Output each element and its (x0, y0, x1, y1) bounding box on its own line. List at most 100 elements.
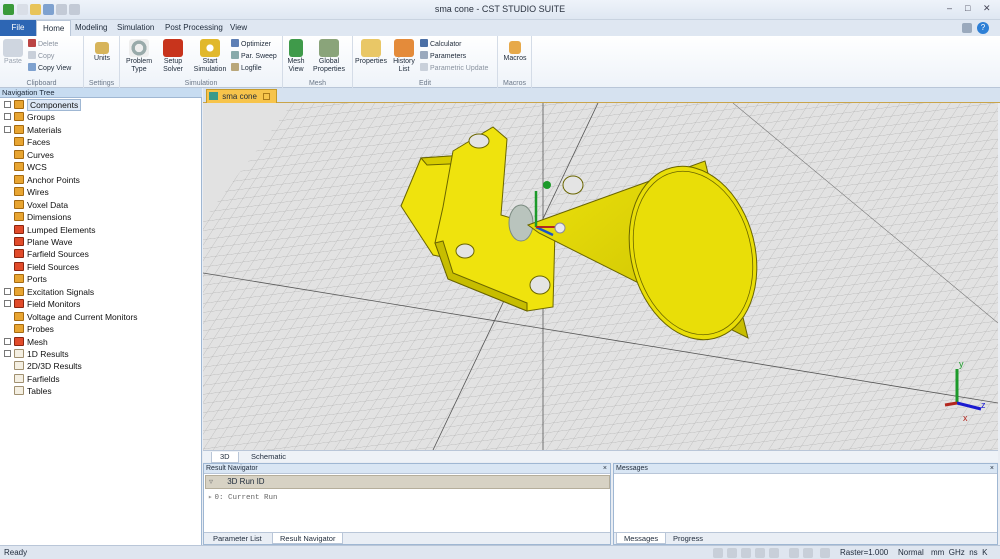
copy-view-label: Copy View (38, 65, 72, 72)
nav-item-1d-results[interactable]: 1D Results (4, 348, 69, 360)
run-id-column-label: 3D Run ID (227, 477, 265, 486)
maximize-button[interactable]: □ (965, 3, 970, 13)
nav-item-mesh[interactable]: Mesh (4, 336, 48, 348)
nav-item-wires[interactable]: Wires (4, 186, 49, 198)
units-button[interactable]: Units (88, 39, 116, 63)
tab-simulation[interactable]: Simulation (111, 20, 160, 36)
tab-view[interactable]: View (224, 20, 253, 36)
run-id-column-header[interactable]: ▿ 3D Run ID (205, 475, 610, 489)
optimizer-icon (231, 39, 239, 47)
close-icon[interactable]: × (603, 464, 607, 474)
nav-item-curves[interactable]: Curves (4, 149, 54, 161)
nav-item-ports[interactable]: Ports (4, 273, 47, 285)
expand-toggle[interactable] (4, 125, 11, 133)
nav-item-plane-wave[interactable]: Plane Wave (4, 236, 73, 248)
tab-post-processing[interactable]: Post Processing (159, 20, 229, 36)
nav-item-field-sources[interactable]: Field Sources (4, 261, 79, 273)
setup-solver-button[interactable]: Setup Solver (158, 39, 188, 74)
help-icon[interactable]: ? (977, 22, 989, 34)
copy-view-button[interactable]: Copy View (28, 63, 71, 74)
mesh-group: Mesh View Global Properties Mesh (283, 36, 353, 88)
par-sweep-button[interactable]: Par. Sweep (231, 51, 277, 62)
history-list-button[interactable]: History List (389, 39, 419, 74)
nav-item-2d-3d-results[interactable]: 2D/3D Results (4, 360, 82, 372)
delete-button[interactable]: Delete (28, 39, 58, 50)
nav-item-excitation-signals[interactable]: Excitation Signals (4, 286, 94, 298)
filter-icon[interactable]: ▿ (209, 476, 219, 488)
nav-item-groups[interactable]: Groups (4, 111, 55, 123)
zoom-area-icon[interactable] (755, 548, 765, 558)
close-button[interactable]: ✕ (983, 3, 991, 14)
expand-toggle[interactable] (4, 113, 11, 121)
nav-item-field-monitors[interactable]: Field Monitors (4, 298, 80, 310)
nav-item-components[interactable]: Components (4, 99, 82, 111)
tab-3d[interactable]: 3D (211, 452, 239, 463)
tab-file[interactable]: File (0, 20, 36, 36)
rotate-icon[interactable] (741, 548, 751, 558)
wireframe-icon[interactable] (803, 548, 813, 558)
expand-toggle[interactable] (4, 101, 11, 108)
nav-item-tables[interactable]: Tables (4, 385, 52, 397)
optimizer-button[interactable]: Optimizer (231, 39, 271, 50)
units-readout: mm GHz ns K (931, 548, 988, 557)
nav-item-farfields[interactable]: Farfields (4, 373, 60, 385)
close-icon[interactable]: × (990, 464, 994, 474)
viewport-canvas[interactable]: y z x (203, 103, 998, 450)
history-list-label: History List (393, 58, 415, 73)
parametric-update-button[interactable]: Parametric Update (420, 63, 488, 74)
axis-marker-icon (543, 181, 551, 189)
mesh-view-button[interactable]: Mesh View (284, 39, 308, 74)
tab-close-icon[interactable] (263, 93, 271, 100)
start-simulation-button[interactable]: Start Simulation (192, 39, 228, 74)
nav-item-voltage-and-current-monitors[interactable]: Voltage and Current Monitors (4, 311, 138, 323)
macros-button[interactable]: Macros (500, 39, 530, 63)
properties-button[interactable]: Properties (354, 39, 388, 66)
minimize-button[interactable]: – (947, 3, 952, 13)
reset-view-icon[interactable] (789, 548, 799, 558)
tab-parameter-list[interactable]: Parameter List (206, 533, 269, 544)
calculator-button[interactable]: Calculator (420, 39, 462, 50)
nav-item-voxel-data[interactable]: Voxel Data (4, 199, 68, 211)
expand-toggle[interactable] (4, 300, 11, 308)
result-folder-icon (14, 373, 24, 383)
nav-item-lumped-elements[interactable]: Lumped Elements (4, 224, 96, 236)
nav-item-farfield-sources[interactable]: Farfield Sources (4, 248, 89, 260)
fit-view-icon[interactable] (820, 548, 830, 558)
nav-item-dimensions[interactable]: Dimensions (4, 211, 71, 223)
tab-messages[interactable]: Messages (616, 533, 667, 544)
document-tab-sma-cone[interactable]: sma cone (206, 89, 278, 103)
tab-home[interactable]: Home (36, 20, 72, 36)
current-run-row[interactable]: ▸ 0: Current Run (208, 492, 278, 502)
nav-item-materials[interactable]: Materials (4, 124, 61, 136)
paste-button[interactable]: Paste (2, 39, 24, 66)
spin-icon[interactable] (769, 548, 779, 558)
tab-progress[interactable]: Progress (666, 533, 710, 544)
settings-group: Units Settings (84, 36, 120, 88)
expand-toggle[interactable] (4, 287, 11, 295)
nav-item-anchor-points[interactable]: Anchor Points (4, 174, 80, 186)
logfile-button[interactable]: Logfile (231, 63, 262, 74)
copy-button[interactable]: Copy (28, 51, 54, 62)
parameters-button[interactable]: Parameters (420, 51, 466, 62)
tab-result-navigator[interactable]: Result Navigator (272, 533, 344, 544)
tab-schematic[interactable]: Schematic (243, 452, 294, 463)
simulation-group-label: Simulation (184, 80, 218, 87)
expand-toggle[interactable] (4, 350, 11, 357)
tab-modeling[interactable]: Modeling (69, 20, 113, 36)
expand-toggle[interactable] (4, 337, 11, 345)
global-properties-button[interactable]: Global Properties (309, 39, 349, 74)
ribbon-options-icon[interactable] (962, 23, 972, 33)
nav-item-probes[interactable]: Probes (4, 323, 54, 335)
folder-icon (14, 236, 24, 246)
nav-item-faces[interactable]: Faces (4, 136, 50, 148)
pan-icon[interactable] (727, 548, 737, 558)
units-icon (95, 42, 109, 54)
current-run-label: 0: Current Run (214, 494, 278, 502)
history-icon (394, 39, 414, 57)
3d-viewport[interactable]: y z x (203, 103, 998, 450)
par-sweep-label: Par. Sweep (241, 53, 277, 60)
zoom-icon[interactable] (713, 548, 723, 558)
nav-item-label: Faces (27, 137, 51, 148)
nav-item-wcs[interactable]: WCS (4, 161, 47, 173)
problem-type-button[interactable]: Problem Type (124, 39, 154, 74)
